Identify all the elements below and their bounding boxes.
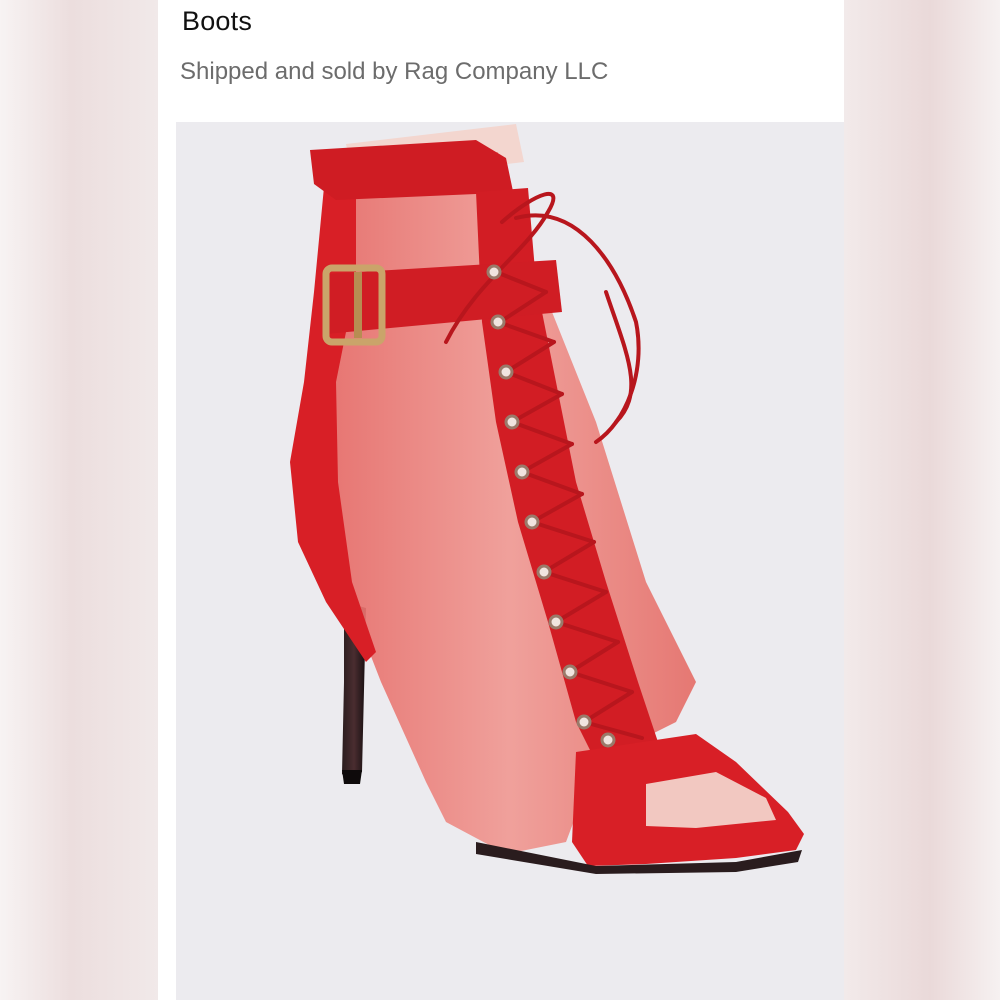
top-cuff (310, 140, 514, 200)
left-backdrop (0, 0, 158, 1000)
product-card: Boots Shipped and sold by Rag Company LL… (158, 0, 844, 1000)
product-image[interactable] (176, 122, 844, 1000)
seller-line: Shipped and sold by Rag Company LLC (180, 58, 609, 85)
right-backdrop (844, 0, 1000, 1000)
heel-tip (342, 770, 362, 784)
boot-illustration (290, 124, 804, 874)
product-title: Boots (182, 6, 253, 36)
